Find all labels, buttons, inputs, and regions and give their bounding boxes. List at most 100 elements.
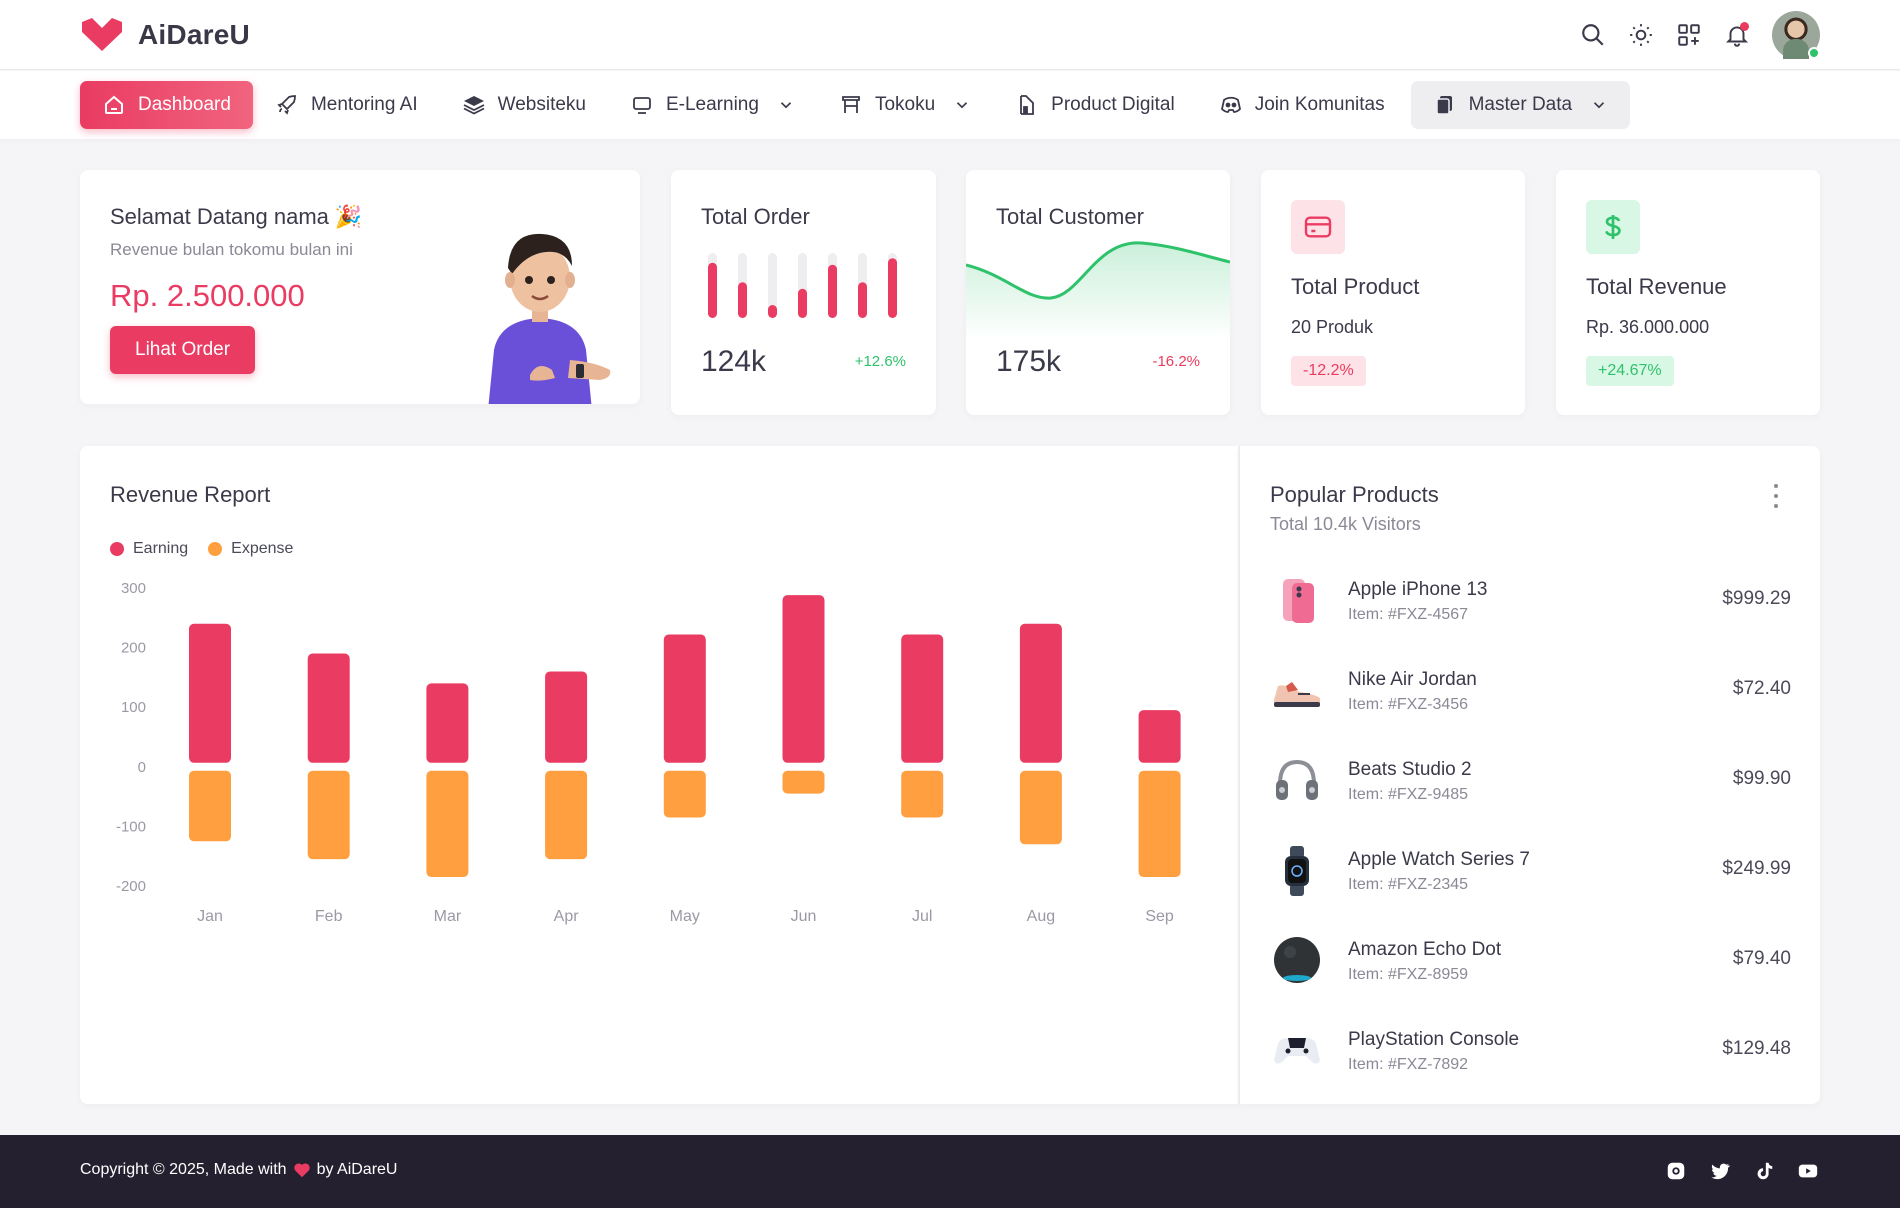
- bell-icon[interactable]: [1724, 22, 1750, 48]
- product-sku: Item: #FXZ-7892: [1348, 1055, 1469, 1073]
- copy-icon: [1435, 96, 1452, 115]
- party-emoji: 🎉: [334, 204, 363, 229]
- avatar[interactable]: [1772, 11, 1820, 59]
- twitter-icon[interactable]: [1708, 1159, 1732, 1183]
- earning-bar: [426, 683, 469, 763]
- mini-bar: [888, 258, 897, 318]
- product-name: Beats Studio 2: [1348, 758, 1472, 780]
- smart-speaker-icon: [1270, 934, 1324, 988]
- nav-websiteku[interactable]: Websiteku: [440, 81, 608, 129]
- list-item[interactable]: PlayStation Console Item: #FXZ-7892 $129…: [1270, 1006, 1791, 1096]
- expense-bar: [901, 770, 944, 818]
- search-icon[interactable]: [1580, 22, 1606, 48]
- nav-product-digital[interactable]: Product Digital: [993, 81, 1197, 129]
- y-tick-label: -200: [116, 878, 146, 895]
- total-customer-card: Total Customer 175k -16.2%: [966, 170, 1230, 415]
- total-order-card: Total Order 124k +12.6%: [671, 170, 936, 415]
- product-sku: Item: #FXZ-9485: [1348, 785, 1469, 803]
- mini-bar: [858, 282, 867, 318]
- nav-tokoku[interactable]: Tokoku: [817, 81, 993, 129]
- nav-mentoring-ai[interactable]: Mentoring AI: [253, 81, 440, 129]
- total-customer-value: 175k: [996, 345, 1062, 378]
- total-revenue-card: Total Revenue Rp. 36.000.000 +24.67%: [1556, 170, 1820, 415]
- discord-icon: [1220, 96, 1241, 113]
- nav-master-data[interactable]: Master Data: [1410, 81, 1631, 129]
- earning-bar: [1019, 623, 1062, 763]
- list-item[interactable]: Amazon Echo Dot Item: #FXZ-8959 $79.40: [1270, 916, 1791, 1006]
- chevron-down-icon: [957, 102, 968, 109]
- total-revenue-title: Total Revenue: [1586, 274, 1727, 299]
- expense-bar: [782, 770, 825, 794]
- credit-card-icon: [1291, 200, 1345, 254]
- grid-plus-icon[interactable]: [1676, 22, 1702, 48]
- earning-bar: [1138, 710, 1181, 763]
- headphones-icon: [1270, 754, 1324, 808]
- mini-bar: [738, 282, 747, 318]
- logo[interactable]: AiDareU: [80, 18, 250, 52]
- monitor-icon: [633, 97, 651, 114]
- nav-label: Mentoring AI: [310, 94, 418, 115]
- total-order-value: 124k: [701, 345, 767, 378]
- list-item[interactable]: Apple iPhone 13 Item: #FXZ-4567 $999.29: [1270, 556, 1791, 646]
- nav-label: Product Digital: [1051, 94, 1175, 115]
- total-product-title: Total Product: [1291, 274, 1420, 299]
- earning-bar: [189, 623, 231, 763]
- chevron-down-icon: [780, 102, 792, 109]
- chevron-down-icon: [1594, 102, 1605, 109]
- legend-expense: Expense: [208, 540, 293, 558]
- product-sku: Item: #FXZ-4567: [1348, 605, 1469, 623]
- lihat-order-button[interactable]: Lihat Order: [110, 326, 256, 374]
- expense-bar: [545, 770, 588, 860]
- product-name: Apple iPhone 13: [1348, 578, 1488, 600]
- legend-dot: [110, 542, 124, 556]
- product-price: $79.40: [1732, 948, 1791, 969]
- nav-label: Tokoku: [874, 94, 936, 115]
- x-tick-label: Mar: [434, 908, 462, 925]
- welcome-amount: Rp. 2.500.000: [110, 278, 305, 313]
- notification-dot: [1740, 22, 1749, 31]
- product-price: $99.90: [1732, 768, 1791, 789]
- home-icon: [105, 95, 123, 114]
- earning-bar: [307, 653, 350, 763]
- total-product-count: 20 Produk: [1291, 317, 1374, 337]
- product-name: Apple Watch Series 7: [1348, 848, 1530, 870]
- tiktok-icon[interactable]: [1752, 1159, 1776, 1183]
- revenue-report-title: Revenue Report: [110, 482, 271, 507]
- list-item[interactable]: Apple Watch Series 7 Item: #FXZ-2345 $24…: [1270, 826, 1791, 916]
- legend-label: Earning: [133, 540, 189, 557]
- popular-products-card: Popular Products Total 10.4k Visitors Ap…: [1239, 446, 1820, 1104]
- x-tick-label: Jul: [912, 908, 932, 925]
- popular-products-subtitle: Total 10.4k Visitors: [1270, 514, 1421, 534]
- list-item[interactable]: Beats Studio 2 Item: #FXZ-9485 $99.90: [1270, 736, 1791, 826]
- y-tick-label: 100: [121, 699, 146, 716]
- chart-legend: Earning Expense: [110, 540, 293, 558]
- total-customer-change: -16.2%: [1152, 353, 1200, 370]
- copyright-prefix: Copyright © 2025, Made with: [80, 1161, 287, 1178]
- y-tick-label: 0: [138, 759, 146, 776]
- welcome-title-text: Selamat Datang nama: [110, 204, 329, 229]
- y-tick-label: -100: [116, 818, 146, 835]
- nav-e-learning[interactable]: E-Learning: [608, 81, 817, 129]
- product-sku: Item: #FXZ-2345: [1348, 875, 1469, 893]
- more-options-icon[interactable]: [1774, 484, 1780, 508]
- revenue-bar-chart: 300 200 100 0 -100 -200 Jan Feb Mar Apr May Jun Jul A…: [116, 580, 1181, 925]
- youtube-icon[interactable]: [1796, 1159, 1820, 1183]
- revenue-report-card: Revenue Report Earning Expense 300 200 100…: [80, 446, 1238, 1104]
- list-item[interactable]: Nike Air Jordan Item: #FXZ-3456 $72.40: [1270, 646, 1791, 736]
- nav-dashboard[interactable]: Dashboard: [80, 81, 253, 129]
- nav-join-komunitas[interactable]: Join Komunitas: [1197, 81, 1407, 129]
- product-name: Amazon Echo Dot: [1348, 938, 1502, 960]
- customer-trend-line: [966, 241, 1230, 340]
- popular-products-title: Popular Products: [1270, 482, 1439, 507]
- legend-label: Expense: [231, 540, 294, 557]
- x-tick-label: Apr: [554, 908, 580, 925]
- product-name: Nike Air Jordan: [1348, 668, 1477, 690]
- y-tick-label: 300: [121, 580, 146, 597]
- expense-bar: [1138, 770, 1181, 878]
- instagram-icon[interactable]: [1664, 1159, 1688, 1183]
- expense-bar: [663, 770, 706, 818]
- main-nav: Dashboard Mentoring AI Websiteku E-Learn…: [0, 71, 1900, 139]
- mini-bar: [708, 262, 717, 318]
- sun-icon[interactable]: [1628, 22, 1654, 48]
- x-tick-label: Sep: [1145, 908, 1174, 925]
